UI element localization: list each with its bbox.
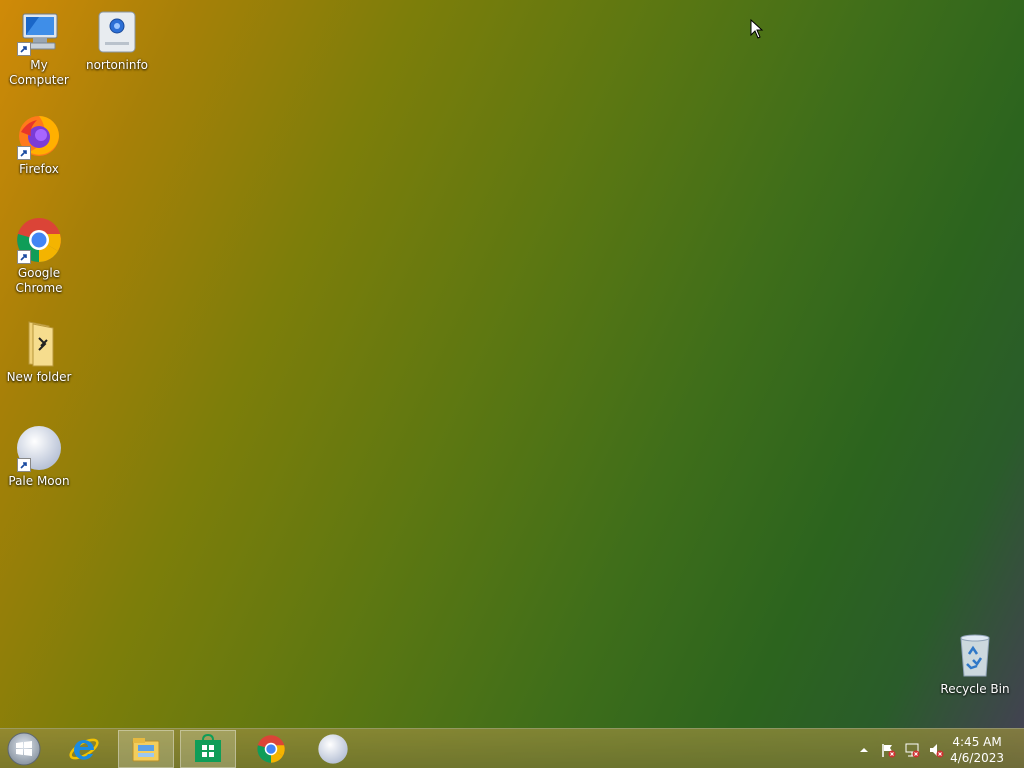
chrome-icon <box>257 735 285 763</box>
taskbar-store[interactable] <box>180 730 236 768</box>
desktop-icon-firefox[interactable]: Firefox <box>0 112 78 177</box>
desktop-icon-google-chrome[interactable]: Google Chrome <box>0 216 78 296</box>
taskbar: 4:45 AM 4/6/2023 <box>0 728 1024 768</box>
taskbar-clock[interactable]: 4:45 AM 4/6/2023 <box>950 734 1004 766</box>
folder-icon <box>15 320 63 368</box>
shortcut-arrow-icon <box>17 42 31 56</box>
desktop-icon-label: Firefox <box>19 162 59 176</box>
pale-moon-icon <box>15 424 63 472</box>
file-explorer-icon <box>132 738 160 762</box>
shortcut-arrow-icon <box>17 250 31 264</box>
computer-icon <box>15 8 63 56</box>
action-center-flag-icon[interactable] <box>880 742 896 758</box>
norton-drive-icon <box>93 8 141 56</box>
pale-moon-icon <box>318 734 348 764</box>
start-button[interactable] <box>6 731 42 767</box>
desktop-icon-label: New folder <box>6 370 72 384</box>
clock-date: 4/6/2023 <box>950 751 1004 765</box>
windows-logo-icon <box>7 732 41 766</box>
taskbar-file-explorer[interactable] <box>118 730 174 768</box>
system-tray: 4:45 AM 4/6/2023 <box>844 729 1024 768</box>
desktop-icon-label: Recycle Bin <box>940 682 1010 696</box>
shortcut-arrow-icon <box>17 458 31 472</box>
taskbar-google-chrome[interactable] <box>243 730 299 768</box>
show-hidden-icons-icon[interactable] <box>856 742 872 758</box>
taskbar-internet-explorer[interactable] <box>56 730 112 768</box>
desktop-icon-recycle-bin[interactable]: Recycle Bin <box>936 632 1014 697</box>
store-icon <box>195 733 221 762</box>
recycle-bin-icon <box>951 632 999 680</box>
shortcut-arrow-icon <box>17 146 31 160</box>
internet-explorer-icon <box>69 738 99 760</box>
desktop-icon-label: My Computer <box>9 58 69 87</box>
chrome-icon <box>15 216 63 264</box>
network-icon[interactable] <box>904 742 920 758</box>
desktop: My Computer nortoninfo Firefox Google Ch… <box>0 0 1024 728</box>
firefox-icon <box>15 112 63 160</box>
volume-muted-icon[interactable] <box>928 742 944 758</box>
desktop-icon-my-computer[interactable]: My Computer <box>0 8 78 88</box>
mouse-cursor-icon <box>750 18 764 43</box>
desktop-icon-new-folder[interactable]: New folder <box>0 320 78 385</box>
taskbar-pale-moon[interactable] <box>305 730 361 768</box>
desktop-icon-label: Pale Moon <box>8 474 70 488</box>
desktop-icon-nortoninfo[interactable]: nortoninfo <box>78 8 156 73</box>
desktop-icon-label: nortoninfo <box>85 58 149 72</box>
desktop-icon-pale-moon[interactable]: Pale Moon <box>0 424 78 489</box>
clock-time: 4:45 AM <box>952 735 1002 749</box>
desktop-icon-label: Google Chrome <box>15 266 63 295</box>
